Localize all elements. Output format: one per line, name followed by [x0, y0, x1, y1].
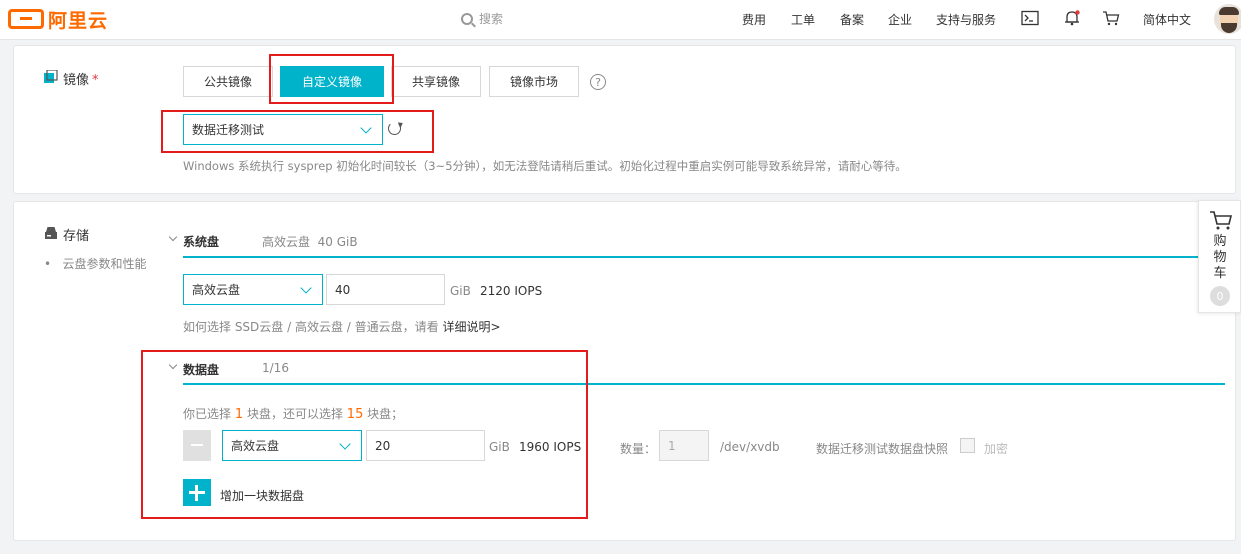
disk-params-text: 云盘参数和性能 [62, 257, 147, 271]
cart-icon[interactable] [1102, 10, 1120, 26]
cart-panel[interactable]: 购物车 0 [1198, 200, 1241, 313]
avatar-beard [1221, 23, 1237, 33]
cart-count-badge: 0 [1210, 286, 1230, 306]
quantity-label: 数量： [620, 442, 657, 456]
highlight-box-image-select [161, 110, 434, 153]
system-disk-divider [183, 256, 1225, 258]
snapshot-label: 数据迁移测试数据盘快照 [816, 442, 949, 456]
nav-link-icp[interactable]: 备案 [840, 11, 864, 28]
tab-label: 镜像市场 [509, 75, 558, 89]
tab-label: 共享镜像 [411, 75, 460, 89]
tab-image-market[interactable]: 镜像市场 [489, 66, 579, 97]
tab-shared-image[interactable]: 共享镜像 [391, 66, 481, 97]
highlight-box-custom-tab [269, 54, 394, 104]
top-navbar: 阿里云 搜索 费用 工单 备案 企业 支持与服务 简体中文 [0, 0, 1241, 40]
tab-public-image[interactable]: 公共镜像 [183, 66, 273, 97]
image-title-text: 镜像 [63, 73, 90, 88]
system-disk-type-value: 高效云盘 [192, 283, 241, 297]
bell-icon[interactable] [1063, 10, 1081, 26]
device-path: /dev/xvdb [720, 440, 780, 454]
system-disk-unit: GiB [450, 284, 471, 298]
storage-section-icon [45, 227, 57, 239]
nav-link-tickets[interactable]: 工单 [791, 11, 815, 28]
system-disk-label: 系统盘 [183, 235, 220, 249]
search-box[interactable]: 搜索 [461, 10, 503, 27]
user-avatar[interactable] [1214, 4, 1241, 34]
aliyun-logo[interactable]: 阿里云 [8, 7, 109, 32]
disk-params-link[interactable]: • 云盘参数和性能 [44, 255, 147, 272]
highlight-box-data-disk [141, 350, 588, 519]
language-switch[interactable]: 简体中文 [1143, 11, 1191, 28]
image-section-title: 镜像 * [63, 69, 99, 88]
system-disk-size-input[interactable]: 40 [326, 274, 445, 305]
nav-link-support[interactable]: 支持与服务 [936, 11, 996, 28]
system-disk-iops: 2120 IOPS [480, 284, 543, 298]
search-icon [461, 12, 473, 25]
chevron-down-icon [300, 282, 312, 294]
cart-label: 购物车 [1213, 234, 1227, 281]
cart-icon [1210, 211, 1233, 230]
storage-section-title: 存储 [63, 229, 90, 244]
search-placeholder: 搜索 [479, 12, 504, 26]
encrypt-checkbox[interactable] [960, 438, 975, 453]
logo-icon [8, 9, 44, 29]
disk-help-text: 如何选择 SSD云盘 / 高效云盘 / 普通云盘，请看 [183, 320, 439, 334]
disk-help-line: 如何选择 SSD云盘 / 高效云盘 / 普通云盘，请看 详细说明> [183, 318, 501, 335]
logo-text: 阿里云 [48, 9, 109, 32]
image-section-icon [44, 70, 58, 83]
detail-link[interactable]: 详细说明> [442, 320, 500, 334]
avatar-hair [1219, 7, 1239, 15]
nav-link-fees[interactable]: 费用 [742, 11, 766, 28]
required-mark: * [92, 73, 99, 88]
nav-link-enterprise[interactable]: 企业 [888, 11, 912, 28]
terminal-icon[interactable] [1021, 10, 1039, 26]
quantity-input: 1 [659, 430, 709, 461]
tab-label: 公共镜像 [203, 75, 252, 89]
system-disk-type-select[interactable]: 高效云盘 [183, 274, 323, 305]
sysprep-note: Windows 系统执行 sysprep 初始化时间较长（3~5分钟），如无法登… [183, 159, 907, 173]
system-disk-summary: 高效云盘 40 GiB [262, 235, 358, 249]
encrypt-label: 加密 [984, 442, 1009, 456]
help-icon[interactable]: ? [590, 74, 606, 90]
